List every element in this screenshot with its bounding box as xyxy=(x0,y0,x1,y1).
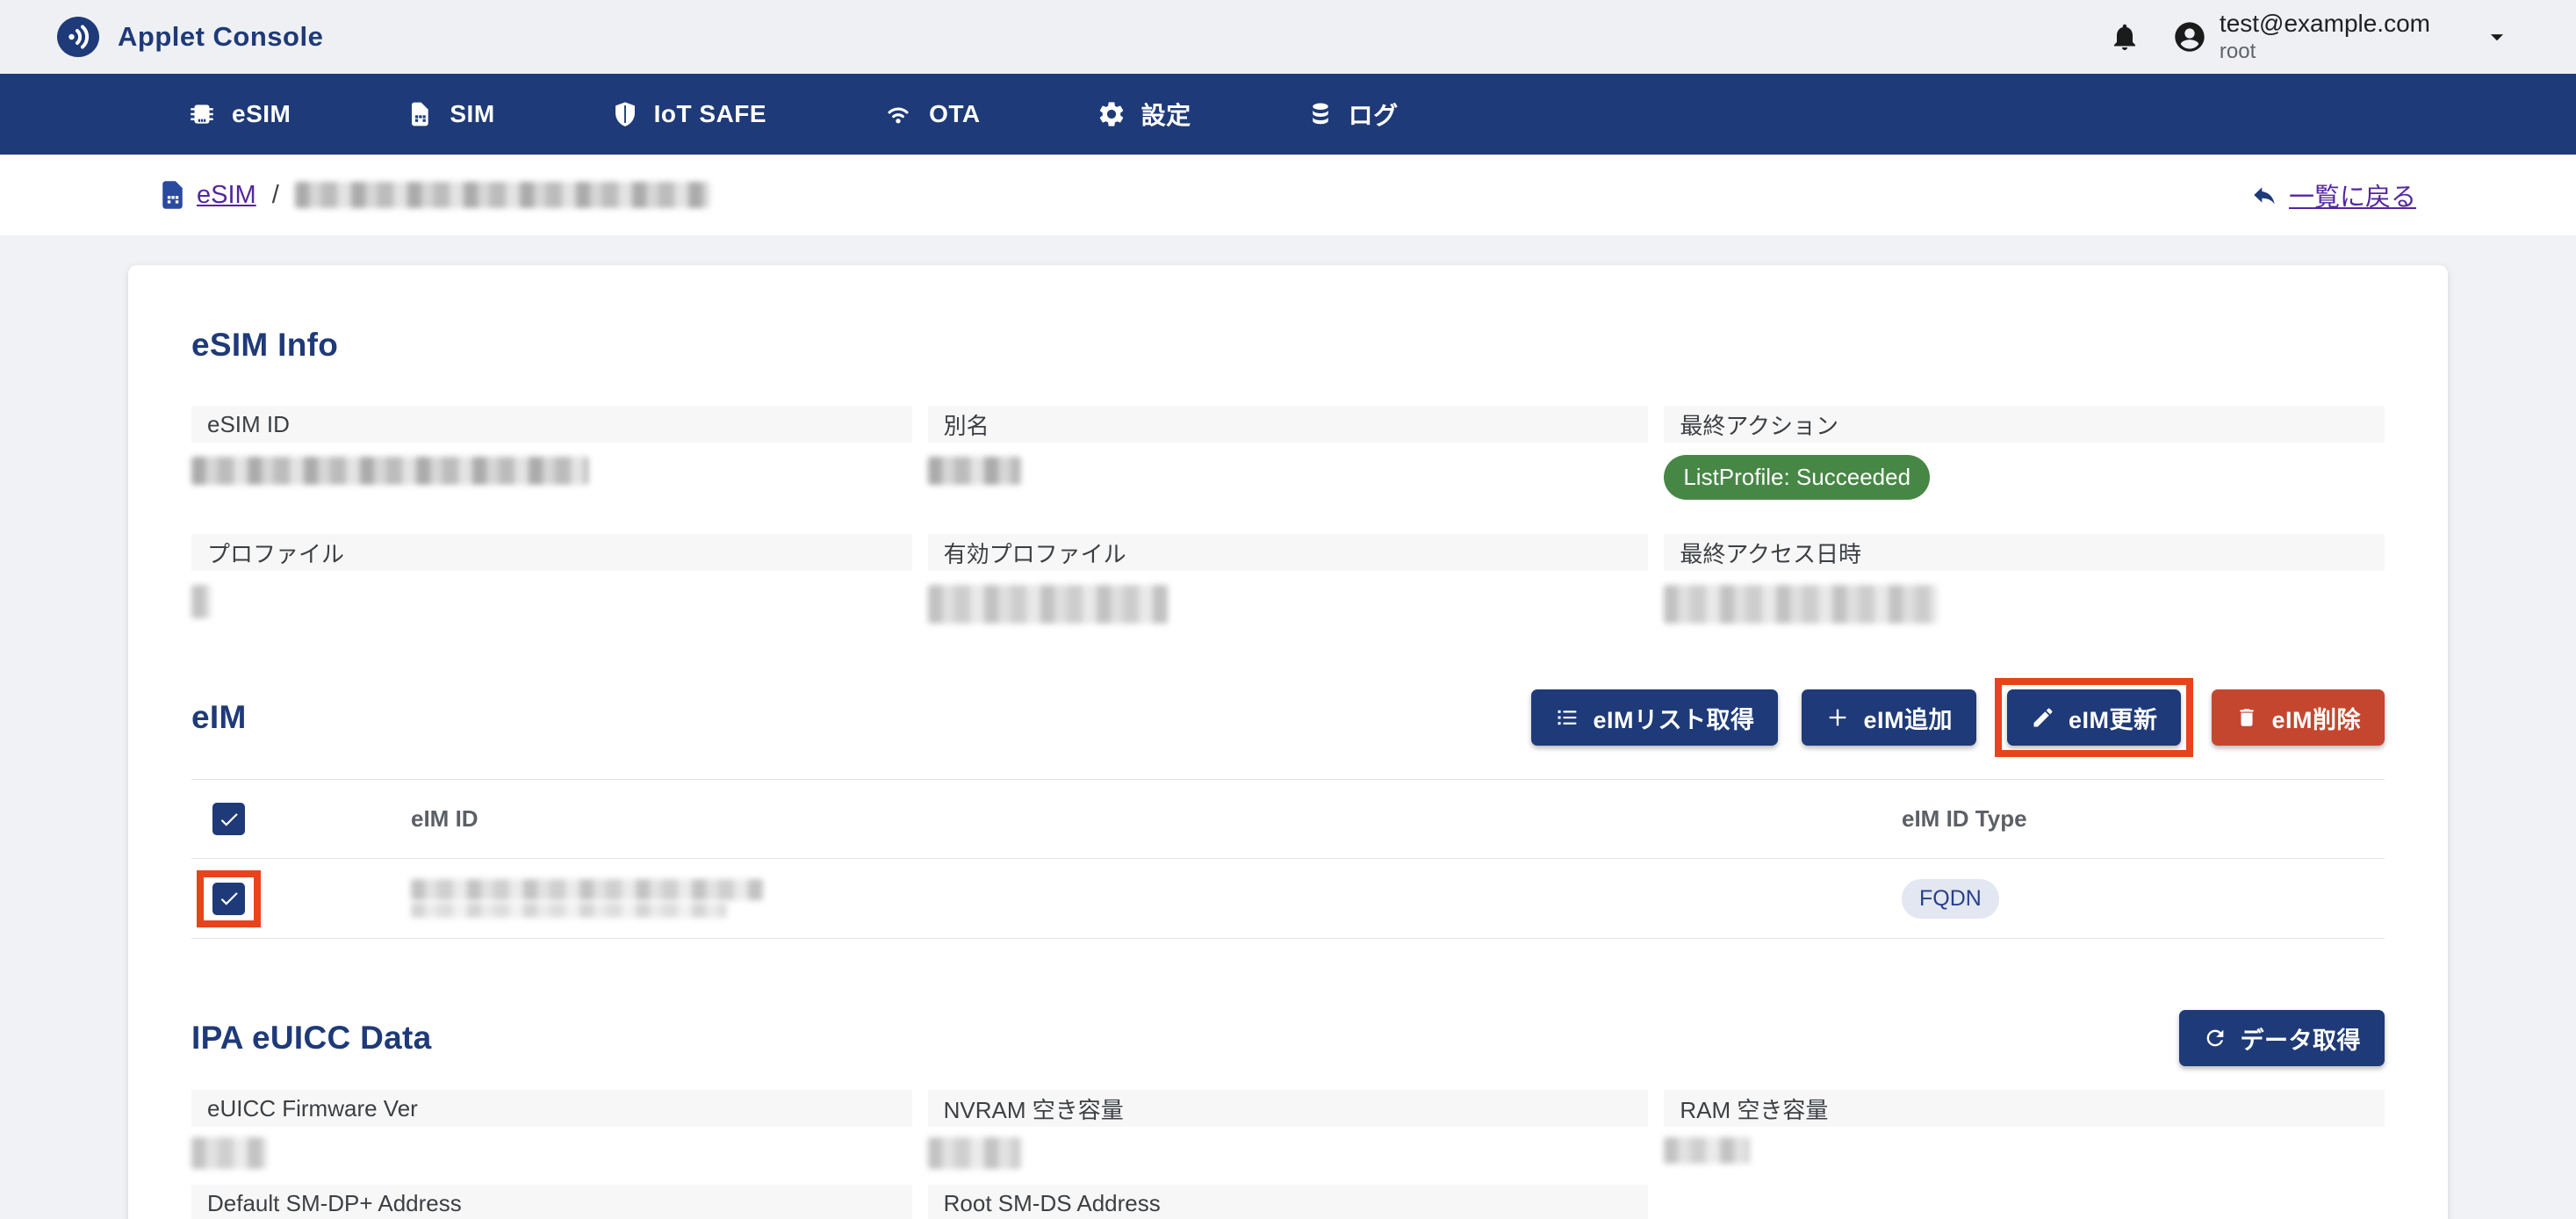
nav-tab-esim[interactable]: eSIM xyxy=(187,99,291,129)
shield-icon xyxy=(611,98,639,130)
plus-icon xyxy=(1825,705,1850,730)
last-access-value-redacted xyxy=(1664,585,1938,624)
esim-info-row1: eSIM ID 別名 最終アクション ListProfile: Succeede… xyxy=(191,406,2385,534)
nav-tab-settings[interactable]: 設定 xyxy=(1097,97,1191,132)
row-checkbox-annotated xyxy=(212,883,245,915)
nav-tab-ota[interactable]: OTA xyxy=(882,100,981,128)
database-icon xyxy=(1307,99,1334,129)
enabled-profile-value-redacted xyxy=(928,585,1169,624)
last-action-status-badge: ListProfile: Succeeded xyxy=(1664,455,1930,500)
field-label: 最終アクション xyxy=(1664,406,2385,443)
account-menu-chevron-down-icon[interactable] xyxy=(2479,19,2515,54)
eim-id-value-redacted xyxy=(411,879,764,918)
return-arrow-icon xyxy=(2250,181,2278,209)
field-firmware: eUICC Firmware Ver xyxy=(191,1090,912,1185)
breadcrumb-esim-id-redacted xyxy=(295,182,709,208)
nvram-value-redacted xyxy=(928,1137,1021,1169)
field-label: 最終アクセス日時 xyxy=(1664,534,2385,571)
field-label: NVRAM 空き容量 xyxy=(928,1090,1649,1127)
eim-section-header: eIM eIMリスト取得 eIM追加 eIM更新 xyxy=(191,689,2385,747)
eim-title: eIM xyxy=(191,699,247,736)
nav-tab-logs[interactable]: ログ xyxy=(1307,97,1399,132)
eim-table-header: eIM ID eIM ID Type xyxy=(191,780,2385,859)
ipa-row2: Default SM-DP+ Address Root SM-DS Addres… xyxy=(191,1185,2385,1219)
topbar: Applet Console test@example.com root xyxy=(0,0,2576,74)
breadcrumb-esim-link[interactable]: eSIM xyxy=(197,181,256,210)
field-label: プロファイル xyxy=(191,534,912,571)
account-avatar-icon[interactable] xyxy=(2172,19,2207,54)
account-info[interactable]: test@example.com root xyxy=(2220,10,2430,64)
ipa-row1: eUICC Firmware Ver NVRAM 空き容量 RAM 空き容量 xyxy=(191,1090,2385,1185)
eim-delete-button[interactable]: eIM削除 xyxy=(2212,689,2385,746)
detail-card: eSIM Info eSIM ID 別名 最終アクション ListProfile… xyxy=(128,265,2448,1219)
alias-value-redacted xyxy=(928,457,1021,485)
field-enabled-profile: 有効プロファイル xyxy=(928,534,1649,662)
ram-value-redacted xyxy=(1664,1137,1750,1164)
eim-add-button[interactable]: eIM追加 xyxy=(1802,689,1976,746)
eim-table: eIM ID eIM ID Type FQDN xyxy=(191,779,2385,939)
field-profile: プロファイル xyxy=(191,534,912,662)
field-last-access: 最終アクセス日時 xyxy=(1664,534,2385,662)
profile-value-redacted xyxy=(191,585,211,618)
esim-info-row2: プロファイル 有効プロファイル 最終アクセス日時 xyxy=(191,534,2385,662)
back-to-list-link[interactable]: 一覧に戻る xyxy=(2250,177,2416,213)
breadcrumb-separator: / xyxy=(272,181,279,210)
account-role: root xyxy=(2220,40,2430,64)
field-label: eSIM ID xyxy=(191,406,912,443)
field-ram: RAM 空き容量 xyxy=(1664,1090,2385,1185)
ipa-fetch-data-button[interactable]: データ取得 xyxy=(2179,1010,2385,1066)
eim-update-annotated: eIM更新 xyxy=(2007,689,2182,746)
refresh-icon xyxy=(2203,1026,2227,1050)
col-header-eim-id-type: eIM ID Type xyxy=(1902,805,2027,833)
field-label: Root SM-DS Address xyxy=(928,1185,1649,1219)
eim-id-type-badge: FQDN xyxy=(1902,879,1999,919)
field-alias: 別名 xyxy=(928,406,1649,534)
trash-icon xyxy=(2235,705,2258,730)
field-label: Default SM-DP+ Address xyxy=(191,1185,912,1219)
main-nav: eSIM SIM IoT SAFE OTA 設定 xyxy=(0,74,2576,155)
field-last-action: 最終アクション ListProfile: Succeeded xyxy=(1664,406,2385,534)
row-checkbox[interactable] xyxy=(212,883,245,915)
eim-button-row: eIMリスト取得 eIM追加 eIM更新 xyxy=(1531,689,2385,746)
field-label: RAM 空き容量 xyxy=(1664,1090,2385,1127)
ipa-section-header: IPA eUICC Data データ取得 xyxy=(191,1009,2385,1067)
select-all-checkbox[interactable] xyxy=(212,803,245,835)
nav-tab-iot-safe[interactable]: IoT SAFE xyxy=(611,98,766,130)
app-title: Applet Console xyxy=(118,21,323,53)
esim-info-title: eSIM Info xyxy=(191,327,2385,364)
eim-get-list-button[interactable]: eIMリスト取得 xyxy=(1531,689,1778,746)
col-header-eim-id: eIM ID xyxy=(411,805,479,833)
eim-table-row[interactable]: FQDN xyxy=(191,859,2385,938)
ipa-title: IPA eUICC Data xyxy=(191,1020,432,1057)
esim-id-value-redacted xyxy=(191,457,588,485)
account-email: test@example.com xyxy=(2220,10,2430,38)
breadcrumb: eSIM / 一覧に戻る xyxy=(0,155,2576,235)
app-logo-icon xyxy=(56,16,100,58)
list-icon xyxy=(1555,705,1579,730)
pencil-icon xyxy=(2031,705,2055,730)
field-root-smds: Root SM-DS Address xyxy=(928,1185,1649,1219)
field-nvram: NVRAM 空き容量 xyxy=(928,1090,1649,1185)
nav-tab-sim[interactable]: SIM xyxy=(407,99,494,129)
field-esim-id: eSIM ID xyxy=(191,406,912,534)
firmware-value-redacted xyxy=(191,1137,267,1169)
field-label: 有効プロファイル xyxy=(928,534,1649,571)
breadcrumb-sim-icon xyxy=(161,180,184,210)
sim-card-icon xyxy=(407,99,435,129)
field-label: 別名 xyxy=(928,406,1649,443)
gear-icon xyxy=(1097,99,1126,129)
eim-update-button[interactable]: eIM更新 xyxy=(2007,689,2182,746)
notifications-bell-icon[interactable] xyxy=(2107,19,2142,54)
field-label: eUICC Firmware Ver xyxy=(191,1090,912,1127)
field-default-smdp: Default SM-DP+ Address xyxy=(191,1185,912,1219)
chip-icon xyxy=(187,99,217,129)
wifi-icon xyxy=(882,100,914,128)
